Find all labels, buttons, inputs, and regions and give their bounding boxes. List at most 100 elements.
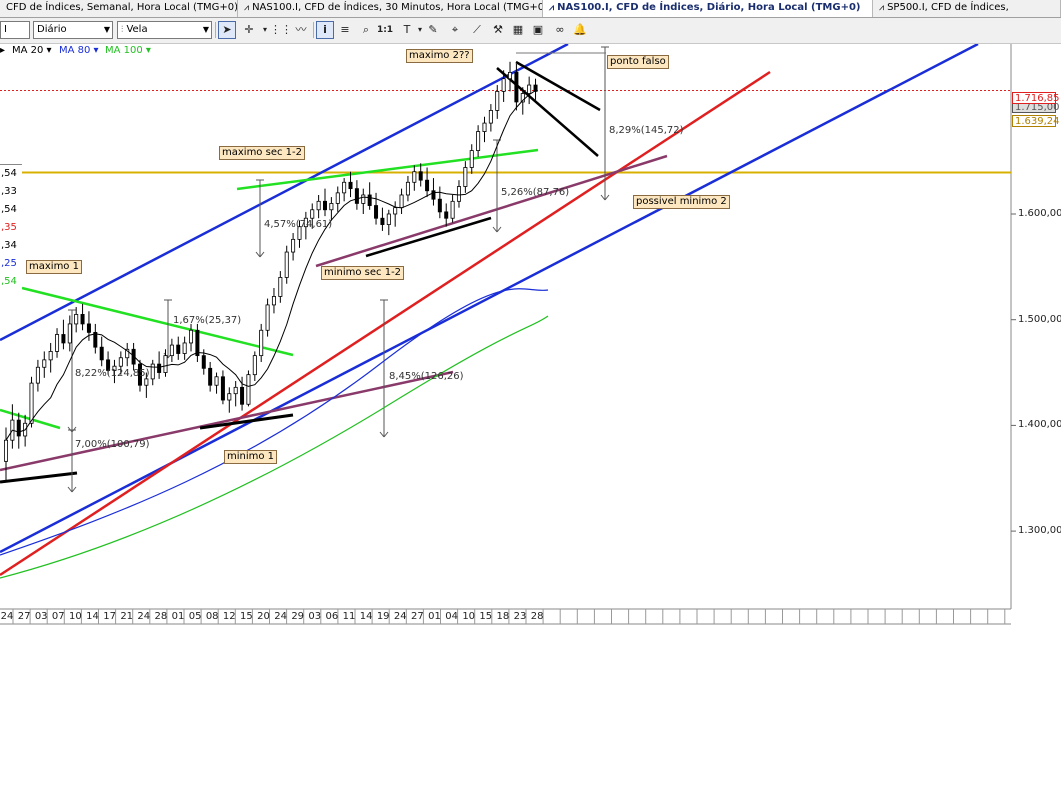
date-tick: 05 — [188, 611, 202, 622]
measure-label-829: 8,29%(145,72) — [609, 125, 684, 136]
line-tool-icon[interactable]: 〰 — [292, 21, 310, 39]
bearish-candle — [444, 211, 449, 219]
zoom-icon[interactable]: ⌕ — [357, 21, 375, 39]
measure-label-526: 5,26%(87,76) — [501, 187, 570, 198]
bullish-candle — [456, 186, 461, 202]
bullish-candle — [35, 366, 40, 384]
chart-tab-bar: CFD de Índices, Semanal, Hora Local (TMG… — [0, 0, 1061, 18]
grid-icon[interactable]: ⋮⋮ — [270, 21, 292, 39]
bullish-candle — [495, 90, 500, 111]
ruler-icon[interactable]: ⟋ — [468, 21, 486, 39]
annotation-maximo-sec[interactable]: maximo sec 1-2 — [219, 146, 305, 160]
date-tick: 10 — [462, 611, 476, 622]
indicator-values-panel: ,54 ,33 ,54 ,35 ,34 ,25 ,54 — [0, 164, 22, 291]
link-icon[interactable]: ∞ — [551, 21, 569, 39]
tab-2[interactable]: ⩘ NAS100.I, CFD de Índices, Diário, Hora … — [543, 0, 873, 17]
bullish-candle — [118, 357, 123, 367]
bearish-candle — [431, 190, 436, 200]
measure-label-845: 8,45%(126,26) — [389, 371, 464, 382]
bullish-candle — [67, 323, 72, 344]
bearish-candle — [201, 355, 206, 369]
bullish-candle — [252, 355, 257, 376]
measure-arrow-845-head — [383, 431, 389, 438]
bullish-candle — [284, 251, 289, 278]
date-tick: 29 — [291, 611, 305, 622]
measure-arrow-700-head — [71, 486, 77, 493]
bearish-candle — [61, 334, 66, 344]
bearish-candle — [418, 171, 423, 181]
tab-3[interactable]: ⩘ SP500.I, CFD de Índices, — [873, 0, 1061, 17]
price-chart[interactable] — [0, 44, 1061, 626]
tab-label: CFD de Índices, Semanal, Hora Local (TMG… — [6, 2, 238, 13]
bullish-candle — [335, 192, 340, 204]
cursor-icon[interactable]: ➤ — [218, 21, 236, 39]
info-icon[interactable]: i — [316, 21, 334, 39]
draw-icon[interactable]: ✎ — [424, 21, 442, 39]
zoom-reset-button[interactable]: 1:1 — [376, 21, 394, 39]
chart-type-combo[interactable]: ⫶ Vela ▼ — [117, 21, 212, 39]
bullish-candle — [259, 329, 264, 357]
period-combo[interactable]: Diário ▼ — [33, 21, 113, 39]
chevron-down-icon: ▼ — [103, 25, 110, 34]
toolbar-separator — [313, 22, 314, 38]
date-tick: 21 — [120, 611, 134, 622]
date-tick: 11 — [342, 611, 356, 622]
annotation-maximo-2[interactable]: maximo 2?? — [406, 49, 473, 63]
bearish-candle — [533, 84, 538, 92]
date-tick: 24 — [274, 611, 287, 622]
bullish-candle — [310, 209, 315, 219]
bearish-candle — [437, 198, 442, 213]
measure-label-700: 7,00%(100,79) — [75, 439, 150, 450]
bullish-candle — [393, 207, 398, 215]
bearish-candle — [322, 200, 327, 211]
date-tick: 15 — [479, 611, 493, 622]
date-tick: 28 — [154, 611, 168, 622]
bullish-candle — [144, 378, 149, 386]
indicator-value: ,35 — [1, 222, 17, 233]
date-tick: 18 — [496, 611, 510, 622]
annotation-minimo-sec[interactable]: minimo sec 1-2 — [321, 266, 405, 280]
annotation-ponto-falso[interactable]: ponto falso — [607, 55, 669, 69]
objects-icon[interactable]: ⚒ — [489, 21, 507, 39]
bullish-candle — [227, 393, 232, 401]
price-tick: 1.400,00 — [1018, 419, 1061, 431]
bearish-candle — [16, 419, 21, 437]
bearish-candle — [354, 188, 359, 204]
symbol-value: I — [4, 24, 7, 35]
date-tick: 23 — [513, 611, 527, 622]
bullish-candle — [291, 238, 296, 253]
alert-icon[interactable]: 🔔 — [571, 21, 589, 39]
bullish-candle — [189, 329, 194, 344]
measure-arrow-457-head — [259, 251, 265, 258]
bullish-candle — [29, 382, 34, 424]
table-icon[interactable]: ▦ — [509, 21, 527, 39]
bullish-candle — [182, 342, 187, 354]
indicator-icon[interactable]: ≡ — [336, 21, 354, 39]
chevron-down-icon: ▼ — [202, 25, 209, 34]
bearish-candle — [99, 346, 104, 361]
symbol-combo[interactable]: I — [0, 21, 30, 39]
compare-icon[interactable]: ▣ — [529, 21, 547, 39]
bullish-candle — [150, 363, 155, 380]
annotation-possivel-minimo-2[interactable]: possivel minimo 2 — [633, 195, 730, 209]
measure-label-457: 4,57%(74,61) — [264, 219, 333, 230]
annotation-maximo-1[interactable]: maximo 1 — [26, 260, 82, 274]
price-tick: 1.500,00 — [1018, 313, 1061, 325]
bullish-candle — [508, 71, 513, 80]
tab-1[interactable]: ⩘ NAS100.I, CFD de Índices, 30 Minutos, H… — [238, 0, 543, 17]
tab-label: NAS100.I, CFD de Índices, 30 Minutos, Ho… — [252, 2, 543, 13]
annotation-minimo-1[interactable]: minimo 1 — [224, 450, 278, 464]
bullish-candle — [278, 277, 283, 297]
measure-arrow-457-head — [255, 251, 261, 258]
price-tag: 1.639,24 — [1012, 115, 1060, 127]
bearish-candle — [367, 194, 372, 206]
indicator-value: ,54 — [1, 276, 17, 287]
date-tick: 28 — [530, 611, 544, 622]
date-tick: 24 — [0, 611, 14, 622]
bullish-candle — [386, 213, 391, 225]
bullish-candle — [482, 122, 487, 132]
measure-arrow-829-head — [604, 194, 610, 201]
measure-icon[interactable]: ⌖ — [446, 21, 464, 39]
tab-0[interactable]: CFD de Índices, Semanal, Hora Local (TMG… — [0, 0, 238, 17]
bullish-candle — [55, 334, 60, 352]
